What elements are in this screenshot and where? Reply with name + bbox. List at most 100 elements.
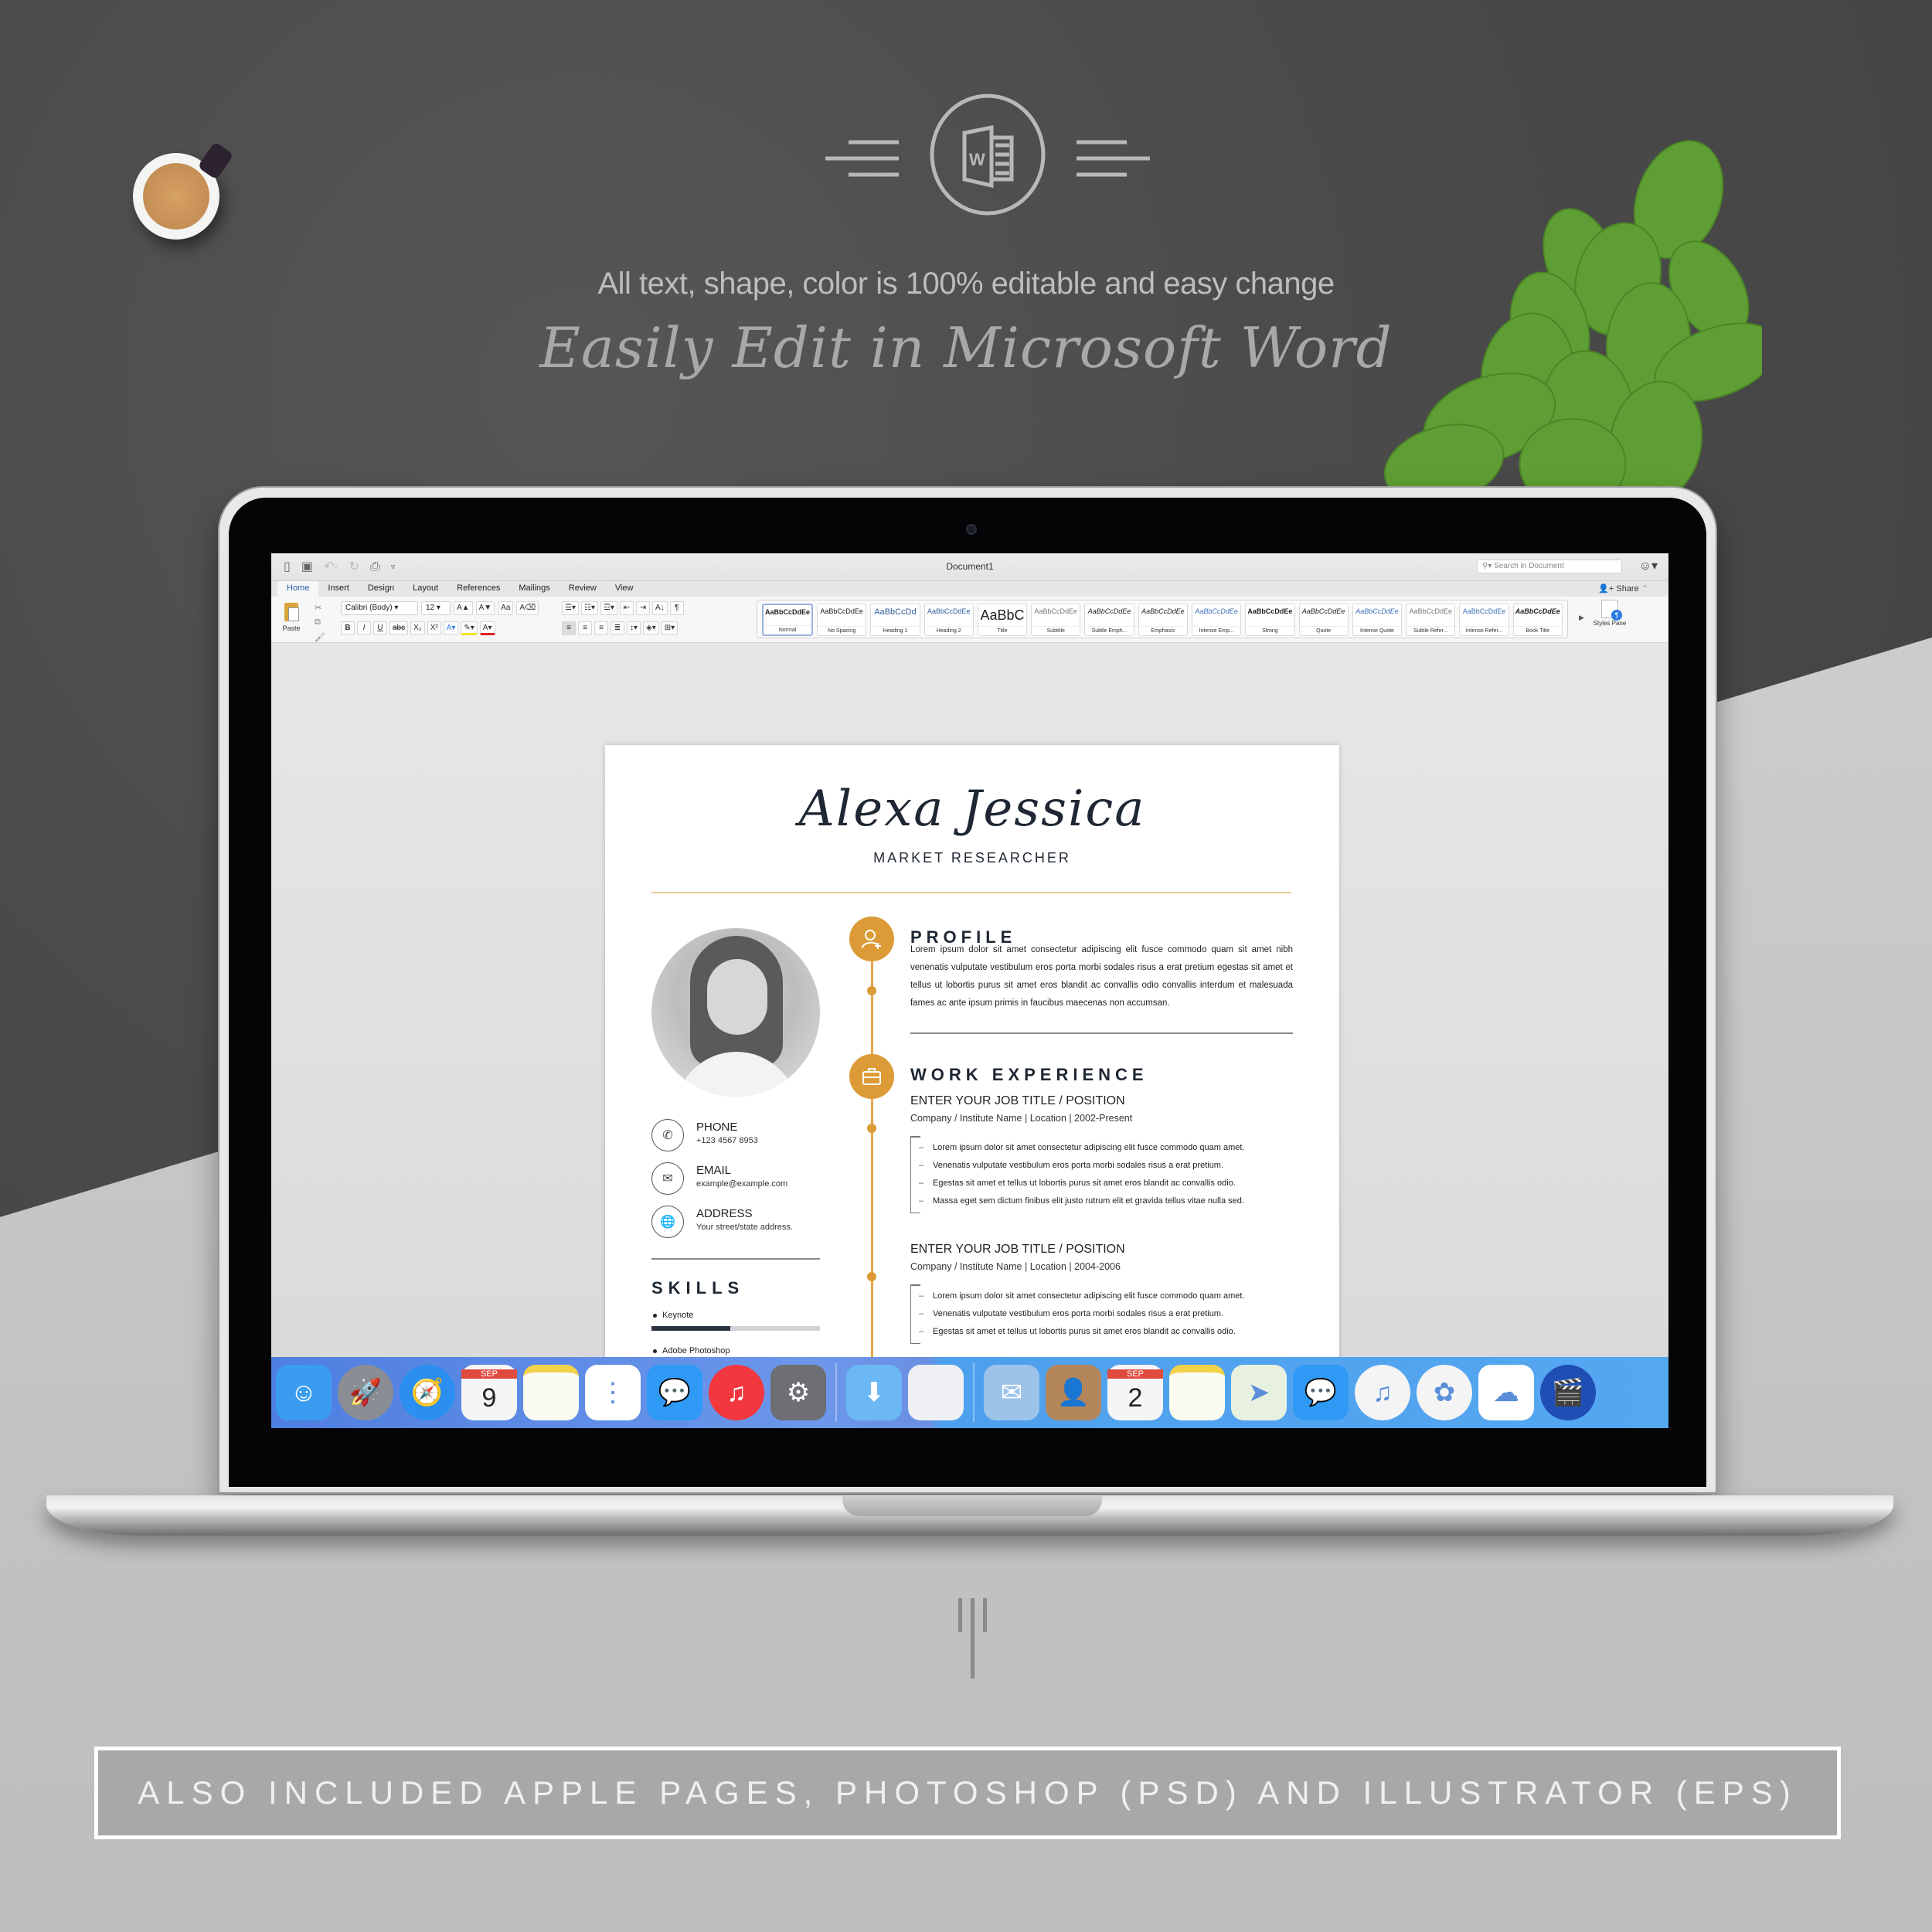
dock-calendar-icon[interactable]: SEP 9 [461, 1365, 517, 1420]
shading-button[interactable]: ◈▾ [643, 621, 659, 635]
highlight-button[interactable]: ✎▾ [461, 621, 478, 635]
tab-references[interactable]: References [447, 581, 509, 597]
borders-button[interactable]: ⊞▾ [661, 621, 679, 635]
strikethrough-button[interactable]: abc [389, 621, 409, 635]
line-spacing-button[interactable]: ↕▾ [627, 621, 641, 635]
dock-finder-icon[interactable]: ☺ [276, 1365, 332, 1420]
format-painter-icon[interactable]: 🖌 [315, 632, 325, 642]
numbering-button[interactable]: ☷▾ [580, 601, 598, 615]
align-right-button[interactable]: ≡ [594, 621, 608, 635]
dock-photos-icon[interactable]: ✿ [1417, 1365, 1472, 1420]
document-title: Document1 [946, 561, 994, 572]
tab-design[interactable]: Design [359, 581, 403, 597]
dock-trash-icon[interactable] [908, 1365, 964, 1420]
change-case-button[interactable]: Aa [498, 601, 514, 615]
font-family-value: Calibri (Body) [345, 604, 393, 612]
collapse-ribbon-icon[interactable]: ⌃ [1641, 584, 1648, 594]
clear-formatting-button[interactable]: A⌫ [516, 601, 539, 615]
dock-launchpad-icon[interactable]: 🚀 [338, 1365, 393, 1420]
dock-messages-icon[interactable]: 💬 [647, 1365, 702, 1420]
bullets-button[interactable]: ☰▾ [562, 601, 579, 615]
tab-review[interactable]: Review [560, 581, 606, 597]
style-title[interactable]: AaBbC Title [977, 604, 1028, 636]
dock-mail-icon[interactable]: ✉ [984, 1365, 1039, 1420]
style-subtitle[interactable]: AaBbCcDdEe Subtitle [1031, 604, 1081, 636]
laptop-notch [842, 1496, 1102, 1516]
styles-pane-button[interactable]: Styles Pane [1593, 600, 1627, 627]
profile-section-icon [849, 917, 894, 961]
share-button[interactable]: 👤+ Share ⌃ [1598, 583, 1648, 594]
job-title: ENTER YOUR JOB TITLE / POSITION [910, 1243, 1125, 1256]
increase-indent-button[interactable]: ⇥ [635, 601, 650, 615]
dock-downloads-folder-icon[interactable]: ⬇ [846, 1365, 902, 1420]
align-left-button[interactable]: ≡ [562, 621, 576, 635]
font-size-select[interactable]: 12 ▾ [421, 601, 451, 615]
tab-mailings[interactable]: Mailings [509, 581, 559, 597]
grow-font-button[interactable]: A▲ [454, 601, 473, 615]
style-book-title[interactable]: AaBbCcDdEe Book Title [1512, 604, 1563, 636]
style-sample: AaBbCcDdEe [1195, 607, 1238, 615]
gallery-next-icon[interactable]: ▶ [1579, 614, 1584, 622]
style-strong[interactable]: AaBbCcDdEe Strong [1245, 604, 1295, 636]
tab-home[interactable]: Home [277, 581, 319, 597]
tab-view[interactable]: View [606, 581, 643, 597]
profile-photo [651, 928, 820, 1097]
bold-button[interactable]: B [341, 621, 355, 635]
contacts-glyph: 👤 [1056, 1378, 1090, 1407]
resume-page[interactable]: Alexa Jessica MARKET RESEARCHER ✆ PHONE … [605, 745, 1339, 1428]
feedback-smiley-icon[interactable]: ☺▾ [1639, 558, 1658, 573]
tab-layout[interactable]: Layout [403, 581, 447, 597]
dock-notes-icon[interactable] [1169, 1365, 1225, 1420]
style-subtle-refer[interactable]: AaBbCcDdEe Subtle Refer... [1406, 604, 1456, 636]
style-heading-1[interactable]: AaBbCcDd Heading 1 [870, 604, 920, 636]
job-bullet: Lorem ipsum dolor sit amet consectetur a… [919, 1287, 1297, 1305]
style-emphasis[interactable]: AaBbCcDdEe Emphasis [1138, 604, 1188, 636]
text-effects-button[interactable]: A▾ [443, 621, 459, 635]
dock-contacts-icon[interactable]: 👤 [1046, 1365, 1101, 1420]
dock-calendar-icon[interactable]: SEP 2 [1107, 1365, 1163, 1420]
job-bullets: Lorem ipsum dolor sit amet consectetur a… [910, 1136, 1297, 1213]
decrease-indent-button[interactable]: ⇤ [619, 601, 634, 615]
dock-imovie-icon[interactable]: 🎬 [1540, 1365, 1596, 1420]
dock-safari-icon[interactable]: 🧭 [400, 1365, 455, 1420]
font-family-select[interactable]: Calibri (Body) ▾ [341, 601, 418, 615]
style-intense-quote[interactable]: AaBbCcDdEe Intense Quote [1352, 604, 1403, 636]
justify-button[interactable]: ≣ [611, 621, 624, 635]
style-name: Normal [764, 625, 811, 634]
style-intense-emp[interactable]: AaBbCcDdEe Intense Emp... [1191, 604, 1242, 636]
dock-itunes-icon[interactable]: ♫ [709, 1365, 764, 1420]
style-normal[interactable]: AaBbCcDdEe Normal [762, 604, 813, 636]
italic-button[interactable]: I [357, 621, 371, 635]
superscript-button[interactable]: X² [427, 621, 441, 635]
align-center-button[interactable]: ≡ [578, 621, 592, 635]
cut-icon[interactable]: ✂ [315, 603, 325, 613]
subscript-button[interactable]: X₂ [410, 621, 425, 635]
calendar-day: 2 [1128, 1383, 1143, 1413]
style-heading-2[interactable]: AaBbCcDdEe Heading 2 [923, 604, 974, 636]
dock-notes-icon[interactable] [523, 1365, 579, 1420]
copy-icon[interactable]: ⧉ [315, 617, 325, 628]
paste-button[interactable]: Paste [279, 603, 304, 640]
font-color-button[interactable]: A▾ [479, 621, 495, 635]
dock-maps-icon[interactable]: ➤ [1231, 1365, 1287, 1420]
style-no-spacing[interactable]: AaBbCcDdEe No Spacing [817, 604, 867, 636]
dock-reminders-icon[interactable]: ⋮ [585, 1365, 641, 1420]
style-subtle-emph[interactable]: AaBbCcDdEe Subtle Emph... [1084, 604, 1134, 636]
multilevel-list-button[interactable]: ☲▾ [600, 601, 617, 615]
tab-insert[interactable]: Insert [318, 581, 359, 597]
dock-itunes-icon[interactable]: ♫ [1355, 1365, 1410, 1420]
skill-item: Keynote [651, 1311, 820, 1331]
show-formatting-button[interactable]: ¶ [669, 601, 684, 615]
dock-icloud-icon[interactable]: ☁ [1478, 1365, 1534, 1420]
sort-button[interactable]: A↓ [651, 601, 668, 615]
style-intense-refer[interactable]: AaBbCcDdEe Intense Refer... [1459, 604, 1509, 636]
paste-label: Paste [282, 624, 301, 632]
style-quote[interactable]: AaBbCcDdEe Quote [1298, 604, 1349, 636]
dock-system-preferences-icon[interactable]: ⚙ [770, 1365, 826, 1420]
search-in-document-input[interactable]: ⚲▾ Search in Document [1477, 560, 1622, 573]
underline-button[interactable]: U [373, 621, 387, 635]
style-sample: AaBbC [980, 607, 1025, 623]
shrink-font-button[interactable]: A▼ [475, 601, 495, 615]
dock-messages-icon[interactable]: 💬 [1293, 1365, 1349, 1420]
imovie-glyph: 🎬 [1551, 1378, 1585, 1407]
